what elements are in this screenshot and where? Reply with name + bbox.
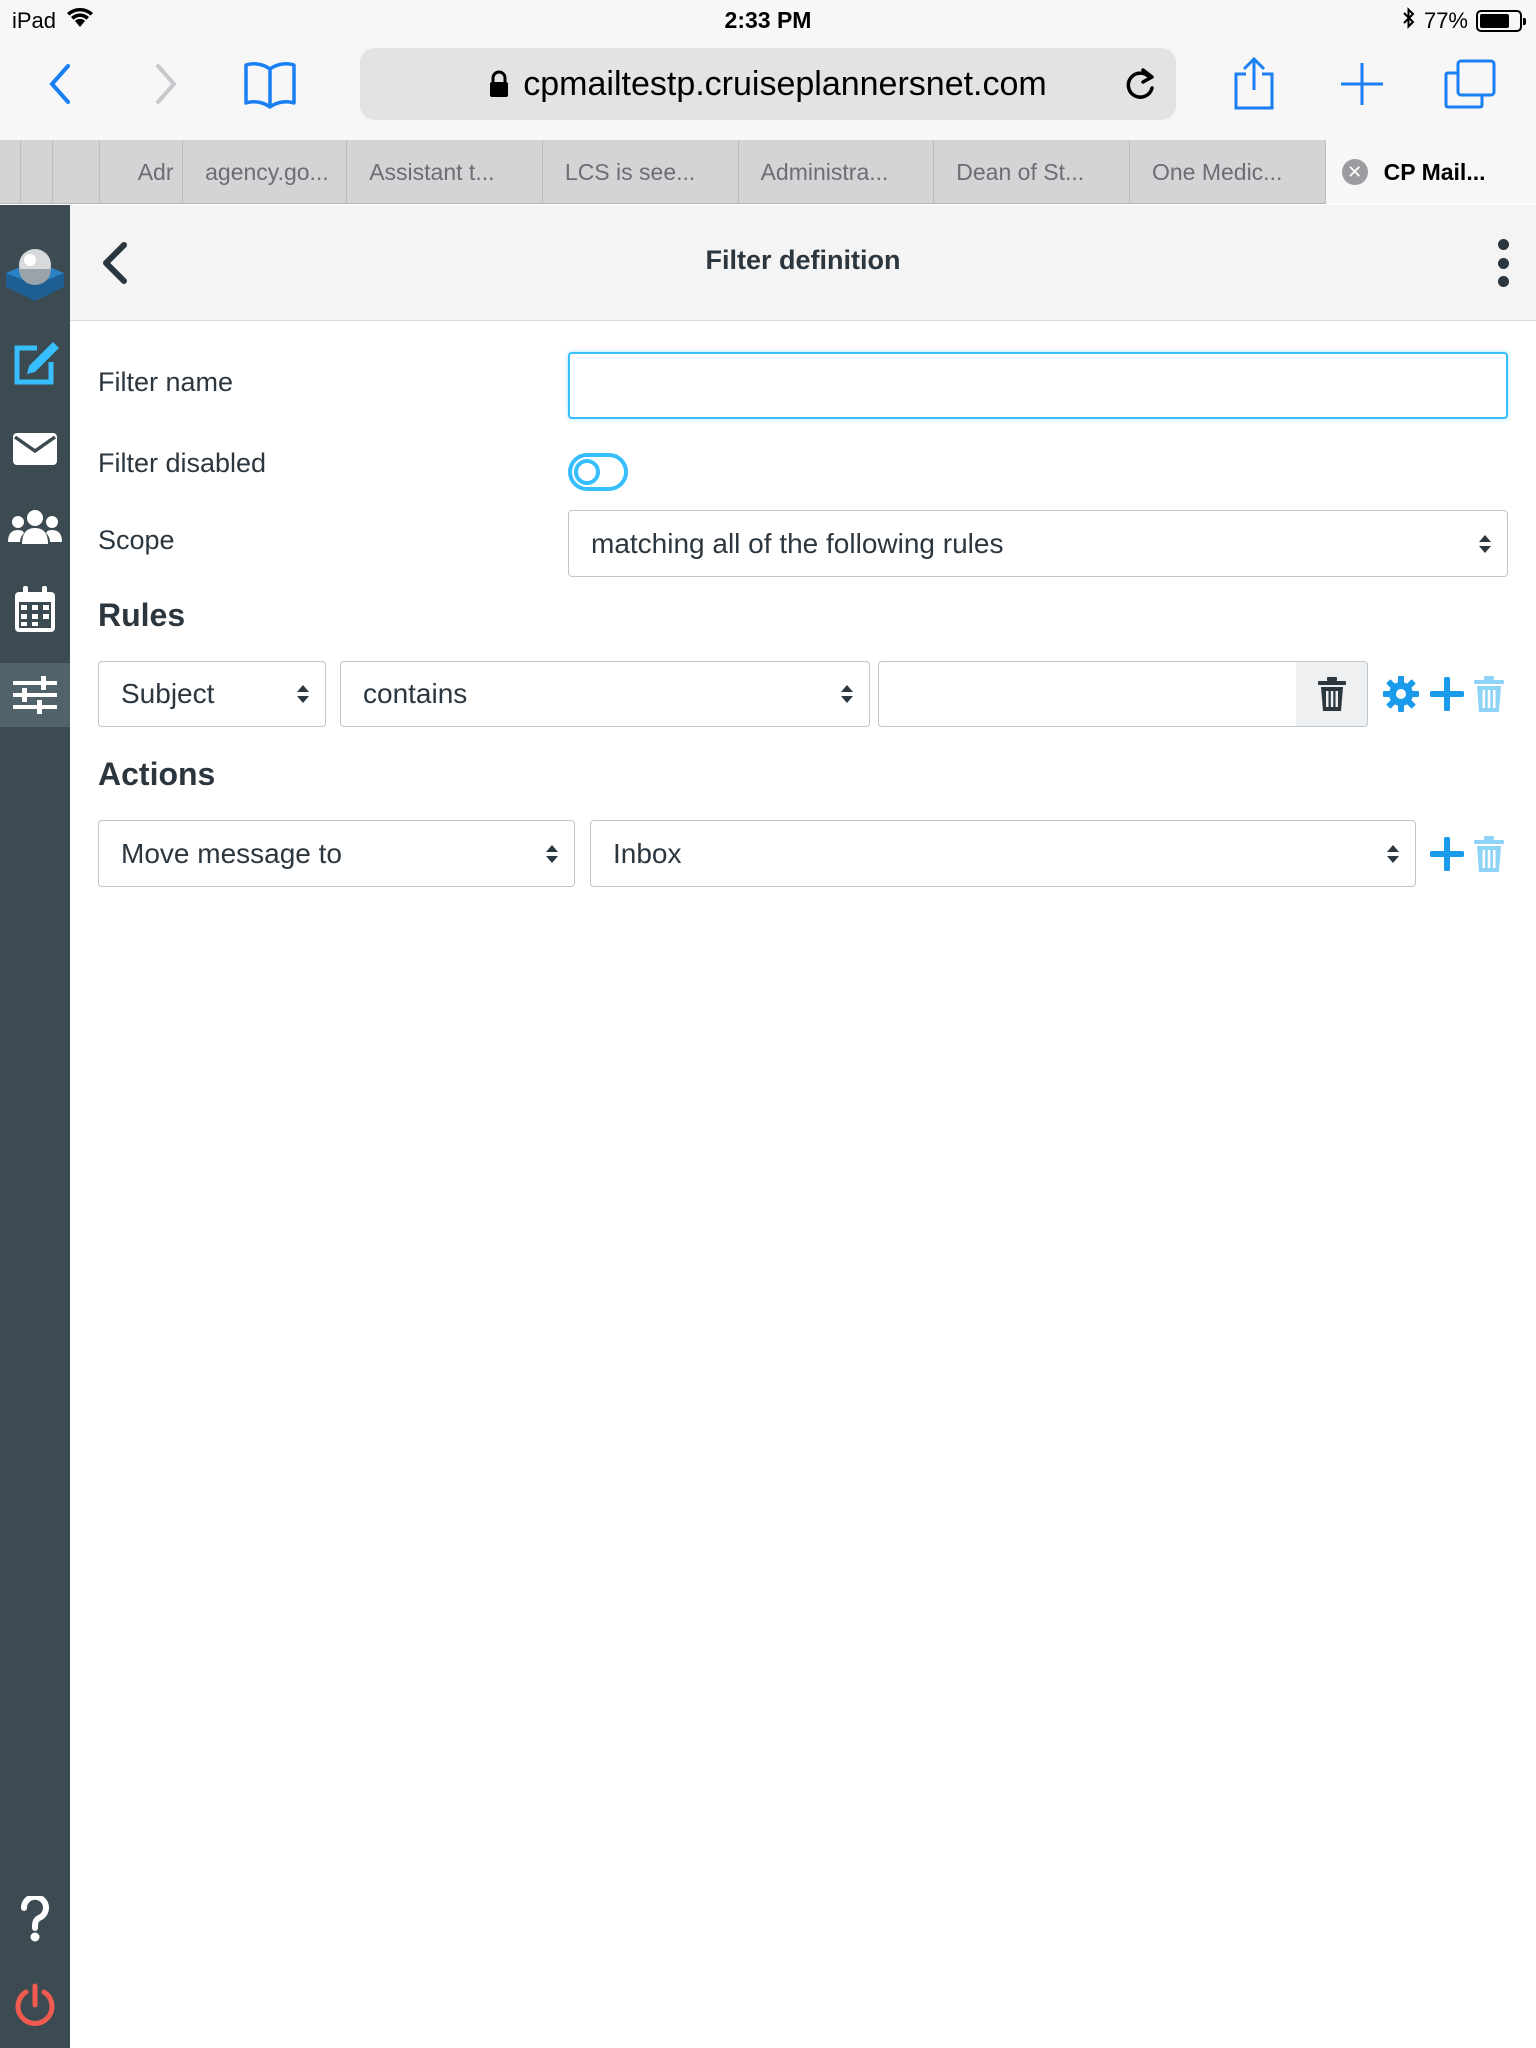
calendar-button[interactable] (0, 577, 70, 641)
mail-button[interactable] (0, 417, 70, 481)
plus-icon (1430, 677, 1464, 711)
rule-header-select[interactable]: Subject (98, 661, 326, 727)
browser-tab[interactable]: One Medic... (1128, 140, 1325, 204)
dot (1497, 276, 1509, 287)
tabs-overview-button[interactable] (1438, 52, 1502, 116)
share-icon (1234, 56, 1274, 110)
plus-icon (1430, 837, 1464, 871)
contacts-icon (8, 510, 62, 544)
add-action-button[interactable] (1428, 834, 1466, 874)
rule-operator-value: contains (363, 678, 468, 709)
rules-title: Rules (98, 597, 186, 633)
browser-tab[interactable]: Administra... (737, 140, 934, 204)
settings-button[interactable] (0, 663, 70, 727)
action-target-value: Inbox (613, 837, 682, 869)
action-type-select[interactable]: Move message to (98, 820, 575, 887)
reload-icon (1126, 68, 1154, 99)
browser-tab[interactable] (0, 140, 20, 204)
browser-tab[interactable]: Adr (98, 140, 182, 204)
dot (1497, 239, 1509, 250)
toggle-knob (574, 459, 600, 485)
dot (1497, 257, 1509, 269)
filter-disabled-toggle[interactable] (568, 453, 628, 491)
rule-header-value: Subject (121, 678, 215, 709)
bookmarks-button[interactable] (238, 52, 302, 116)
close-tab-icon[interactable]: ✕ (1341, 159, 1368, 185)
tabs-icon (1444, 59, 1496, 109)
calendar-icon (15, 586, 55, 632)
gear-icon (1383, 676, 1419, 712)
rule-value-clear-button[interactable] (1296, 661, 1368, 727)
browser-tab[interactable]: LCS is see... (541, 140, 738, 204)
trash-icon (1474, 836, 1504, 872)
reload-button[interactable] (1118, 62, 1162, 106)
book-icon (244, 62, 296, 109)
browser-tab[interactable]: Dean of St... (933, 140, 1129, 204)
more-menu-button[interactable] (1488, 235, 1518, 291)
settings-sliders-icon (13, 676, 57, 714)
address-bar[interactable]: cpmailtestp.cruiseplannersnet.com (360, 48, 1176, 120)
logout-button[interactable] (0, 1973, 70, 2037)
rule-operator-select[interactable]: contains (340, 661, 870, 727)
rule-advanced-button[interactable] (1382, 674, 1420, 714)
browser-toolbar: cpmailtestp.cruiseplannersnet.com (0, 40, 1536, 140)
chevron-left-icon (49, 64, 70, 104)
select-arrows-icon (839, 683, 855, 705)
trash-icon (1317, 677, 1346, 711)
status-right: 77% (1402, 7, 1526, 35)
actions-title: Actions (98, 756, 216, 792)
bluetooth-icon (1402, 7, 1416, 35)
select-arrows-icon (295, 683, 311, 705)
select-arrows-icon (1385, 843, 1401, 865)
browser-tab[interactable]: agency.go... (182, 140, 346, 204)
contacts-button[interactable] (0, 495, 70, 559)
roundcube-logo-icon (6, 249, 64, 301)
url-text: cpmailtestp.cruiseplannersnet.com (523, 64, 1047, 103)
trash-icon (1474, 676, 1504, 712)
browser-tab-strip: Adr agency.go... Assistant t... LCS is s… (0, 140, 1536, 204)
scope-select[interactable]: matching all of the following rules (568, 510, 1508, 577)
help-icon (20, 1896, 49, 1942)
compose-icon (14, 342, 59, 385)
filter-name-label: Filter name (98, 367, 234, 397)
browser-tab-active[interactable]: ✕ CP Mail... (1324, 140, 1536, 204)
status-time: 2:33 PM (724, 7, 812, 33)
filter-name-input[interactable] (568, 352, 1508, 419)
mail-icon (13, 433, 57, 465)
share-button[interactable] (1222, 52, 1286, 116)
scope-value: matching all of the following rules (591, 527, 1004, 559)
add-rule-button[interactable] (1428, 674, 1466, 714)
browser-tab[interactable] (52, 140, 98, 204)
plus-icon (1341, 63, 1383, 105)
delete-rule-button[interactable] (1470, 674, 1508, 714)
select-arrows-icon (544, 843, 560, 865)
battery-icon (1476, 10, 1526, 32)
page-title: Filter definition (705, 245, 901, 275)
roundcube-logo[interactable] (0, 233, 70, 313)
scope-label: Scope (98, 525, 175, 555)
action-type-value: Move message to (121, 837, 342, 869)
browser-tab-label: CP Mail... (1383, 158, 1486, 185)
help-button[interactable] (0, 1887, 70, 1951)
content-header: Filter definition (70, 205, 1536, 321)
status-bar: iPad 2:33 PM 77% (0, 0, 1536, 40)
chevron-right-icon (156, 64, 177, 104)
rule-value-input[interactable] (878, 661, 1298, 727)
select-arrows-icon (1477, 533, 1493, 555)
action-target-select[interactable]: Inbox (590, 820, 1416, 887)
browser-back-button[interactable] (28, 52, 92, 116)
browser-forward-button[interactable] (134, 52, 198, 116)
app-sidebar (0, 205, 70, 2048)
filter-disabled-label: Filter disabled (98, 448, 267, 478)
battery-percent: 77% (1423, 8, 1468, 33)
logout-icon (15, 1983, 55, 2026)
compose-button[interactable] (0, 331, 70, 395)
battery-fill (1480, 14, 1510, 28)
browser-tab[interactable]: Assistant t... (346, 140, 542, 204)
browser-tab[interactable] (19, 140, 53, 204)
delete-action-button[interactable] (1470, 834, 1508, 874)
new-tab-button[interactable] (1330, 52, 1394, 116)
lock-icon (489, 70, 509, 98)
